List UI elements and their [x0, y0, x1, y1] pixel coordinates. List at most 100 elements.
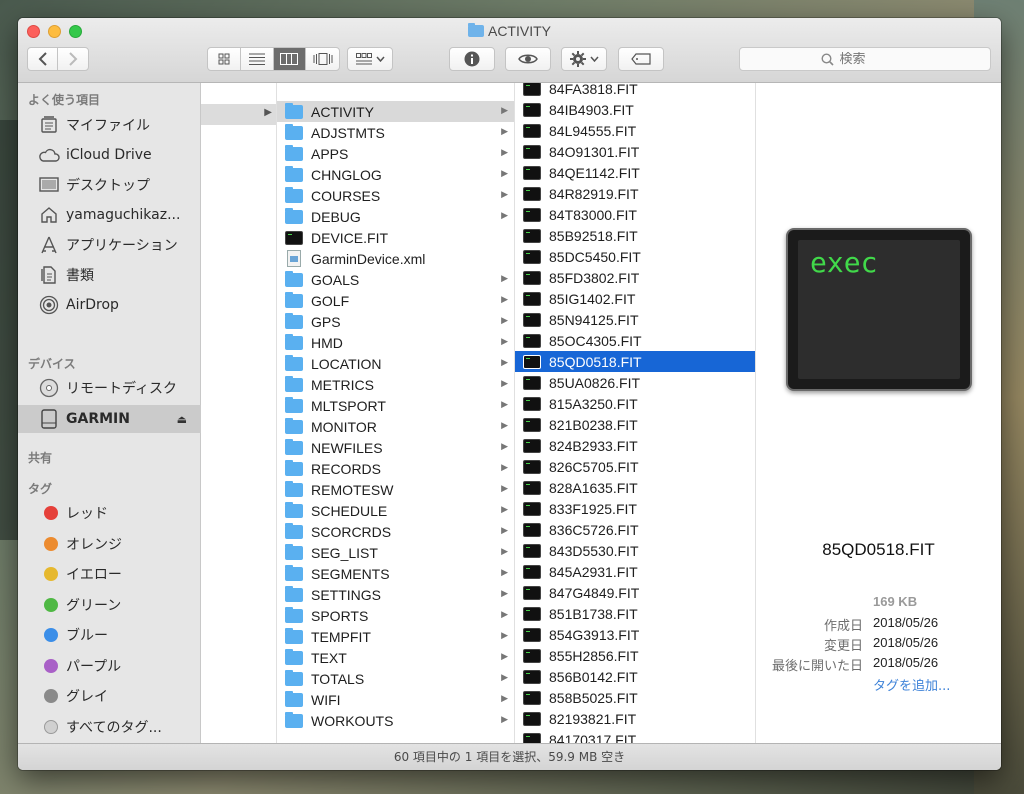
file-row[interactable]: 847G4849.FIT: [515, 582, 755, 603]
eject-icon[interactable]: ⏏: [177, 413, 187, 426]
folder-row[interactable]: MLTSPORT ▶: [277, 395, 514, 416]
file-row[interactable]: 854G3913.FIT: [515, 624, 755, 645]
file-row[interactable]: 826C5705.FIT: [515, 456, 755, 477]
folder-row[interactable]: ACTIVITY ▶: [277, 101, 514, 122]
icon-view-button[interactable]: [208, 48, 241, 70]
file-row[interactable]: 84T83000.FIT: [515, 204, 755, 225]
list-view-button[interactable]: [241, 48, 274, 70]
file-row[interactable]: 85QD0518.FIT: [515, 351, 755, 372]
sidebar-item-tag[interactable]: すべてのタグ...: [18, 713, 201, 741]
file-row[interactable]: 84170317.FIT: [515, 729, 755, 743]
folder-row[interactable]: CHNGLOG ▶: [277, 164, 514, 185]
sidebar-item-icloud-drive[interactable]: iCloud Drive: [18, 141, 201, 169]
folder-row[interactable]: NEWFILES ▶: [277, 437, 514, 458]
add-tag-link[interactable]: タグを追加...: [873, 675, 950, 694]
folder-row[interactable]: SETTINGS ▶: [277, 584, 514, 605]
folder-row[interactable]: METRICS ▶: [277, 374, 514, 395]
action-button[interactable]: [561, 47, 607, 71]
file-row[interactable]: 84FA3818.FIT: [515, 83, 755, 99]
folder-row[interactable]: SCHEDULE ▶: [277, 500, 514, 521]
folder-row[interactable]: GPS ▶: [277, 311, 514, 332]
sidebar-item-desktop[interactable]: デスクトップ: [18, 171, 201, 199]
sidebar-item-tag[interactable]: グリーン: [18, 591, 201, 619]
folder-row[interactable]: SEGMENTS ▶: [277, 563, 514, 584]
file-row[interactable]: 815A3250.FIT: [515, 393, 755, 414]
file-row[interactable]: 821B0238.FIT: [515, 414, 755, 435]
folder-row[interactable]: DEBUG ▶: [277, 206, 514, 227]
file-row[interactable]: 833F1925.FIT: [515, 498, 755, 519]
sidebar-item-tag[interactable]: レッド: [18, 499, 201, 527]
file-row[interactable]: 84QE1142.FIT: [515, 162, 755, 183]
folder-row[interactable]: SEG_LIST ▶: [277, 542, 514, 563]
exec-file-icon: [523, 270, 541, 285]
folder-row[interactable]: SCORCRDS ▶: [277, 521, 514, 542]
folder-row[interactable]: GOLF ▶: [277, 290, 514, 311]
file-row[interactable]: 85OC4305.FIT: [515, 330, 755, 351]
folder-row[interactable]: GOALS ▶: [277, 269, 514, 290]
file-row[interactable]: 845A2931.FIT: [515, 561, 755, 582]
cover-flow-button[interactable]: [306, 48, 339, 70]
item-name: 85OC4305.FIT: [549, 332, 642, 349]
sidebar-item-remote-disc[interactable]: リモートディスク: [18, 374, 201, 402]
file-row[interactable]: 85IG1402.FIT: [515, 288, 755, 309]
file-row[interactable]: 855H2856.FIT: [515, 645, 755, 666]
folder-row[interactable]: TEXT ▶: [277, 647, 514, 668]
folder-row[interactable]: SPORTS ▶: [277, 605, 514, 626]
sidebar-item-tag[interactable]: グレイ: [18, 682, 201, 710]
file-row[interactable]: 828A1635.FIT: [515, 477, 755, 498]
file-row[interactable]: 85UA0826.FIT: [515, 372, 755, 393]
folder-row[interactable]: ADJSTMTS ▶: [277, 122, 514, 143]
file-row[interactable]: 836C5726.FIT: [515, 519, 755, 540]
file-row[interactable]: 84IB4903.FIT: [515, 99, 755, 120]
folder-row[interactable]: TOTALS ▶: [277, 668, 514, 689]
sidebar-item-applications[interactable]: アプリケーション: [18, 231, 201, 259]
column-view-button[interactable]: [273, 48, 307, 70]
file-row[interactable]: 843D5530.FIT: [515, 540, 755, 561]
sidebar-item-tag[interactable]: イエロー: [18, 560, 201, 588]
arrange-button[interactable]: [347, 47, 393, 71]
search-input[interactable]: [839, 51, 910, 67]
file-row[interactable]: 824B2933.FIT: [515, 435, 755, 456]
file-row[interactable]: GarminDevice.xml: [277, 248, 514, 269]
file-row[interactable]: 85DC5450.FIT: [515, 246, 755, 267]
sidebar-item-label: グレイ: [66, 689, 108, 705]
search-field[interactable]: [739, 47, 991, 71]
get-info-button[interactable]: [449, 47, 495, 71]
edit-tags-button[interactable]: [618, 47, 664, 71]
file-row[interactable]: 85N94125.FIT: [515, 309, 755, 330]
sidebar-item-airdrop[interactable]: AirDrop: [18, 291, 201, 319]
column-parent-selected-row[interactable]: ▶: [201, 104, 276, 125]
sidebar-item-documents[interactable]: 書類: [18, 261, 201, 289]
folder-row[interactable]: WORKOUTS ▶: [277, 710, 514, 731]
folder-row[interactable]: COURSES ▶: [277, 185, 514, 206]
file-row[interactable]: DEVICE.FIT: [277, 227, 514, 248]
folder-row[interactable]: REMOTESW ▶: [277, 479, 514, 500]
folder-icon: [285, 564, 303, 581]
quick-look-button[interactable]: [505, 47, 551, 71]
sidebar-item-garmin[interactable]: GARMIN ⏏: [18, 405, 201, 433]
folder-row[interactable]: HMD ▶: [277, 332, 514, 353]
file-row[interactable]: 85FD3802.FIT: [515, 267, 755, 288]
file-row[interactable]: 851B1738.FIT: [515, 603, 755, 624]
sidebar-item-home[interactable]: yamaguchikaz...: [18, 201, 201, 229]
file-row[interactable]: 82193821.FIT: [515, 708, 755, 729]
sidebar-item-tag[interactable]: パープル: [18, 652, 201, 680]
back-button[interactable]: [28, 48, 58, 70]
sidebar-item-tag[interactable]: ブルー: [18, 621, 201, 649]
forward-button[interactable]: [58, 48, 88, 70]
sidebar-item-all-my-files[interactable]: マイファイル: [18, 111, 201, 139]
file-row[interactable]: 856B0142.FIT: [515, 666, 755, 687]
folder-row[interactable]: LOCATION ▶: [277, 353, 514, 374]
sidebar-item-tag[interactable]: オレンジ: [18, 530, 201, 558]
file-row[interactable]: 84L94555.FIT: [515, 120, 755, 141]
folder-row[interactable]: RECORDS ▶: [277, 458, 514, 479]
folder-row[interactable]: APPS ▶: [277, 143, 514, 164]
folder-row[interactable]: MONITOR ▶: [277, 416, 514, 437]
file-row[interactable]: 84R82919.FIT: [515, 183, 755, 204]
file-row[interactable]: 858B5025.FIT: [515, 687, 755, 708]
file-row[interactable]: 85B92518.FIT: [515, 225, 755, 246]
folder-row[interactable]: WIFI ▶: [277, 689, 514, 710]
folder-row[interactable]: TEMPFIT ▶: [277, 626, 514, 647]
file-row[interactable]: 84O91301.FIT: [515, 141, 755, 162]
item-name: 828A1635.FIT: [549, 479, 638, 496]
